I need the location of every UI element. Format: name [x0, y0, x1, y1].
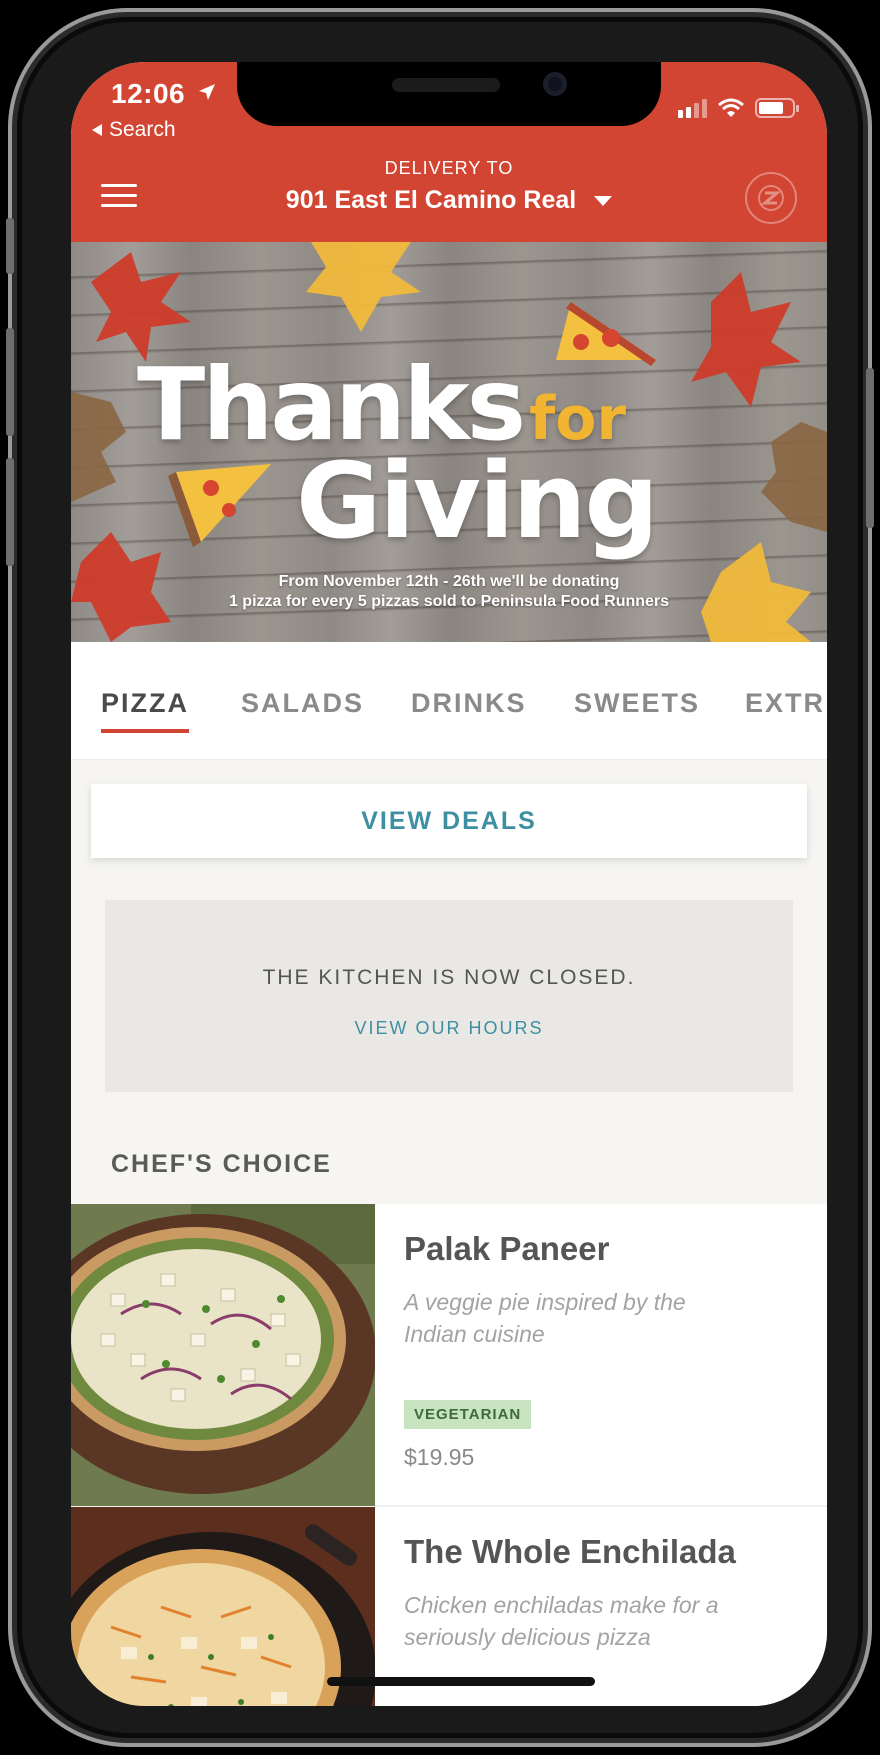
chevron-down-icon: [594, 196, 613, 207]
home-indicator[interactable]: [327, 1677, 595, 1686]
promo-banner[interactable]: Thanks for Giving From November 12th - 26…: [71, 242, 827, 642]
signal-icon: [678, 98, 707, 118]
back-triangle-icon: [92, 124, 102, 136]
pizza-image: [71, 1204, 375, 1506]
tab-sweets[interactable]: SWEETS: [574, 688, 700, 719]
delivery-address-selector[interactable]: 901 East El Camino Real: [71, 186, 827, 215]
volume-down-button: [6, 458, 14, 566]
phone-frame: 12:06 Search DELIVERY TO 901 East El Cam…: [6, 8, 874, 1747]
tab-pizza[interactable]: PIZZA: [101, 688, 189, 733]
menu-item-name: The Whole Enchilada: [404, 1533, 736, 1570]
tab-salads[interactable]: SALADS: [241, 688, 364, 719]
category-tabs: PIZZA SALADS DRINKS SWEETS EXTR: [71, 642, 827, 760]
tab-drinks[interactable]: DRINKS: [411, 688, 527, 719]
power-button: [866, 368, 874, 528]
location-arrow-icon: [197, 82, 217, 107]
volume-up-button: [6, 328, 14, 436]
status-time: 12:06: [111, 78, 186, 109]
menu-item-palak-paneer[interactable]: Palak Paneer A veggie pie inspired by th…: [71, 1204, 827, 1506]
kitchen-closed-notice: THE KITCHEN IS NOW CLOSED. VIEW OUR HOUR…: [105, 900, 793, 1092]
app-header: 12:06 Search DELIVERY TO 901 East El Cam…: [71, 62, 827, 242]
front-camera: [543, 72, 567, 96]
wifi-icon: [718, 98, 744, 117]
menu-item-description: Chicken enchiladas make for a seriously …: [404, 1592, 719, 1650]
view-deals-button[interactable]: VIEW DEALS: [91, 784, 807, 858]
app-screen: 12:06 Search DELIVERY TO 901 East El Cam…: [71, 62, 827, 1706]
banner-title-line2: Giving: [296, 440, 659, 562]
brand-logo-icon[interactable]: [745, 172, 797, 224]
delivery-address: 901 East El Camino Real: [285, 186, 577, 214]
menu-item-name: Palak Paneer: [404, 1230, 610, 1267]
menu-item-price: $19.95: [404, 1444, 475, 1470]
menu-item-description: A veggie pie inspired by the Indian cuis…: [404, 1289, 686, 1347]
vegetarian-badge: VEGETARIAN: [404, 1400, 532, 1429]
view-hours-link[interactable]: VIEW OUR HOURS: [105, 1018, 793, 1039]
delivery-to-label: DELIVERY TO: [384, 158, 514, 178]
tab-extras[interactable]: EXTR: [745, 688, 825, 719]
back-label: Search: [109, 118, 176, 141]
back-to-search-link[interactable]: Search: [91, 118, 176, 142]
battery-icon: [755, 98, 799, 118]
section-title: CHEF'S CHOICE: [111, 1150, 332, 1178]
kitchen-status-text: THE KITCHEN IS NOW CLOSED.: [262, 966, 636, 989]
mute-switch: [6, 218, 14, 274]
device-notch: [237, 62, 661, 126]
status-icons: [678, 98, 799, 118]
speaker-grille: [392, 78, 500, 92]
banner-caption: From November 12th - 26th we'll be donat…: [228, 573, 670, 610]
